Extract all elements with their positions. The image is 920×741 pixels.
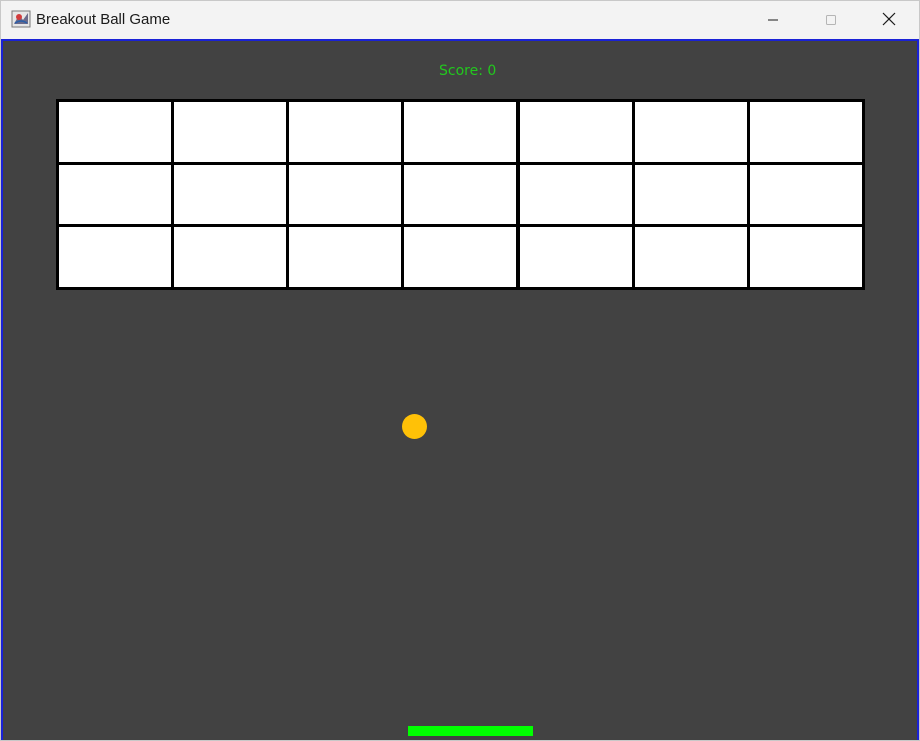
brick [517,224,635,290]
maximize-icon [825,11,837,30]
brick [171,99,289,165]
brick [632,162,750,228]
brick [747,99,865,165]
brick [286,224,404,290]
maximize-button[interactable] [802,1,860,39]
title-bar[interactable]: Breakout Ball Game [1,1,919,40]
brick [56,224,174,290]
brick [171,162,289,228]
close-icon [882,11,896,30]
brick [171,224,289,290]
brick [401,99,519,165]
brick [517,162,635,228]
brick [286,99,404,165]
score-label: Score: 0 [439,63,497,79]
brick [517,99,635,165]
brick [286,162,404,228]
paddle[interactable] [408,726,533,736]
brick-grid [56,99,865,290]
brick [747,224,865,290]
minimize-icon [767,11,779,30]
brick [632,99,750,165]
minimize-button[interactable] [744,1,802,39]
brick [401,162,519,228]
close-button[interactable] [860,1,918,39]
app-window: Breakout Ball Game Score: 0 [0,0,920,741]
brick [56,99,174,165]
app-icon [11,9,31,29]
brick [632,224,750,290]
ball [402,414,427,439]
brick [401,224,519,290]
window-title: Breakout Ball Game [36,11,171,28]
brick [56,162,174,228]
brick [747,162,865,228]
